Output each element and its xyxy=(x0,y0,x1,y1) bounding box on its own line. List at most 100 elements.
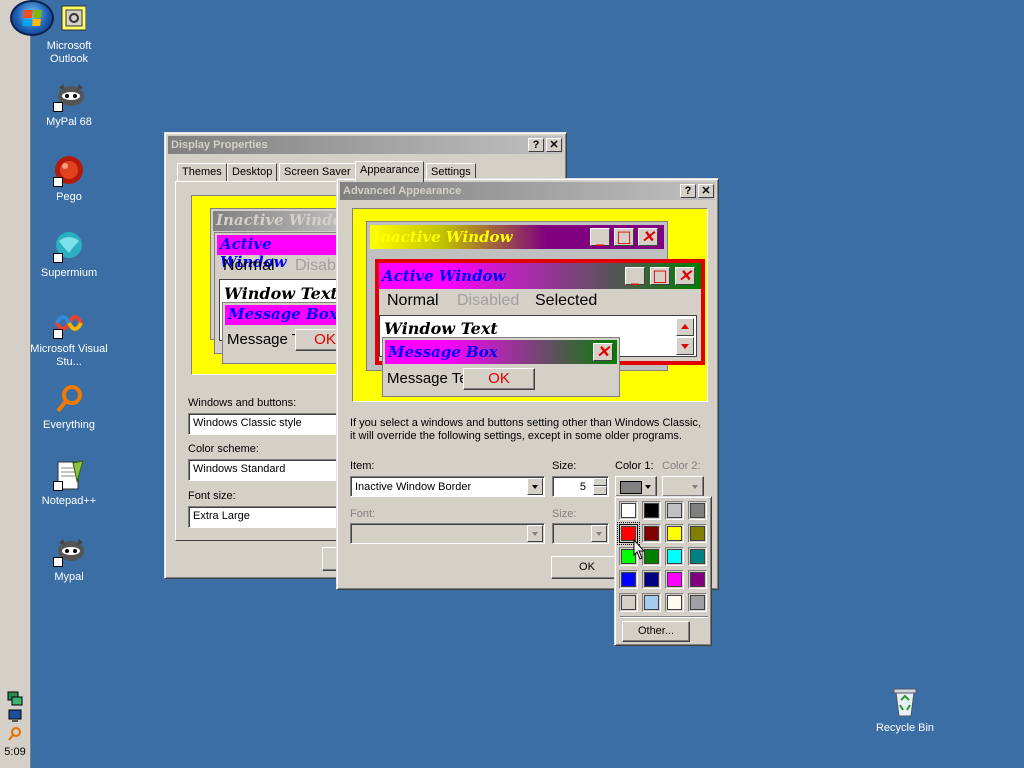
help-button[interactable]: ? xyxy=(528,138,544,152)
mypal-icon: ↗ xyxy=(53,80,85,112)
notepadpp-icon: ↗ xyxy=(53,459,85,491)
appearance-preview: Inactive Windo Active Window Normal Disa… xyxy=(191,195,341,375)
desktop-icon-visual-studio[interactable]: ↗ Microsoft Visual Stu... xyxy=(29,307,109,369)
spin-up-icon[interactable] xyxy=(593,478,607,486)
color2-button[interactable] xyxy=(662,476,704,497)
color-swatch[interactable] xyxy=(688,593,707,612)
spin-down-icon[interactable] xyxy=(593,486,607,495)
desktop-icon-recycle-bin[interactable]: Recycle Bin xyxy=(865,686,945,735)
divider xyxy=(620,616,708,618)
color-swatch[interactable] xyxy=(665,524,684,543)
color-swatch[interactable] xyxy=(688,524,707,543)
preview-normal-menu: Normal xyxy=(387,292,439,309)
recycle-bin-icon xyxy=(889,686,921,718)
clock[interactable]: 5:09 xyxy=(0,746,30,758)
supermium-icon: ↗ xyxy=(53,231,85,263)
color-swatch[interactable] xyxy=(642,570,661,589)
tab-themes[interactable]: Themes xyxy=(177,163,227,181)
outlook-icon xyxy=(54,4,87,36)
item-size-spinner[interactable]: 5 xyxy=(552,476,609,497)
color-swatch[interactable] xyxy=(665,593,684,612)
preview-message-box-title: Message Box xyxy=(388,343,498,361)
color1-swatch xyxy=(620,481,642,494)
preview-inactive-title: Inactive Window xyxy=(373,228,513,246)
minimize-icon: _ xyxy=(625,267,645,285)
window-title: Display Properties xyxy=(171,139,268,151)
chevron-down-icon xyxy=(591,525,607,542)
color-swatch[interactable] xyxy=(665,501,684,520)
preview-disabled-menu: Disabled xyxy=(457,292,520,309)
preview-message-text: Message Te xyxy=(387,370,468,387)
chevron-down-icon xyxy=(527,525,543,542)
color-swatch[interactable] xyxy=(642,593,661,612)
item-select[interactable]: Inactive Window Border xyxy=(350,476,545,497)
maximize-icon: □ xyxy=(650,267,670,285)
desktop-icon-mypal[interactable]: ↗ Mypal xyxy=(29,535,109,584)
close-icon: ✕ xyxy=(675,267,695,285)
color-palette-popup: Other... xyxy=(614,496,712,646)
maximize-icon: □ xyxy=(614,228,634,246)
desktop-icon-mypal-68[interactable]: ↗ MyPal 68 xyxy=(29,80,109,129)
color-scheme-select[interactable]: Windows Standard xyxy=(188,459,338,481)
color-swatch[interactable] xyxy=(688,547,707,566)
chevron-down-icon xyxy=(527,478,543,495)
color-swatch[interactable] xyxy=(619,501,638,520)
preview-message-box[interactable]: Message Box ✕ Message Te OK xyxy=(382,337,620,397)
desktop-icon-pego[interactable]: ↗ Pego xyxy=(29,155,109,204)
font-size-select xyxy=(552,523,609,544)
close-icon: ✕ xyxy=(593,343,613,361)
color1-button[interactable] xyxy=(615,476,657,497)
other-colors-button[interactable]: Other... xyxy=(622,621,690,642)
windows-buttons-select[interactable]: Windows Classic style xyxy=(188,413,338,435)
close-button[interactable]: ✕ xyxy=(698,184,714,198)
font-select xyxy=(350,523,545,544)
advanced-preview: Inactive Window _ □ ✕ Active Window _ □ … xyxy=(352,208,708,402)
color-swatch[interactable] xyxy=(642,501,661,520)
color-swatch[interactable] xyxy=(619,593,638,612)
windows-buttons-label: Windows and buttons: xyxy=(188,397,297,409)
network-tray-icon[interactable] xyxy=(6,690,24,706)
close-icon: ✕ xyxy=(638,228,658,246)
help-button[interactable]: ? xyxy=(680,184,696,198)
taskbar: 5:09 xyxy=(0,0,31,768)
advanced-appearance-titlebar[interactable]: Advanced Appearance ? ✕ xyxy=(340,182,715,200)
preview-message-box: Message Box Message T OK xyxy=(222,302,340,364)
desktop-icon-notepadpp[interactable]: ↗ Notepad++ xyxy=(29,459,109,508)
color-scheme-label: Color scheme: xyxy=(188,443,259,455)
close-button[interactable]: ✕ xyxy=(546,138,562,152)
desktop-icon-everything[interactable]: Everything xyxy=(29,383,109,432)
chevron-down-icon xyxy=(645,485,651,489)
color-swatch[interactable] xyxy=(619,570,638,589)
search-tray-icon[interactable] xyxy=(6,726,24,742)
chevron-down-icon xyxy=(692,485,698,489)
scroll-up-icon xyxy=(676,318,694,336)
everything-icon xyxy=(53,383,85,415)
color-swatch[interactable] xyxy=(688,501,707,520)
font-size-label: Font size: xyxy=(188,490,236,502)
mouse-cursor-icon xyxy=(633,538,647,561)
preview-ok-button: OK xyxy=(463,368,535,390)
visual-studio-icon: ↗ xyxy=(53,307,85,339)
color2-label: Color 2: xyxy=(662,460,701,472)
info-text-line1: If you select a windows and buttons sett… xyxy=(350,417,701,429)
window-title: Advanced Appearance xyxy=(343,185,462,197)
display-tray-icon[interactable] xyxy=(6,708,24,724)
item-size-label: Size: xyxy=(552,460,577,472)
color-swatch[interactable] xyxy=(688,570,707,589)
font-size-select[interactable]: Extra Large xyxy=(188,506,338,528)
tab-desktop[interactable]: Desktop xyxy=(227,163,278,181)
color1-label: Color 1: xyxy=(615,460,654,472)
pego-icon: ↗ xyxy=(53,155,85,187)
color-grid xyxy=(615,497,713,617)
desktop-icon-outlook[interactable]: Microsoft Outlook xyxy=(29,4,109,66)
preview-selected-menu: Selected xyxy=(535,292,598,309)
info-text-line2: it will override the following settings,… xyxy=(350,430,682,442)
font-label: Font: xyxy=(350,508,376,520)
display-properties-titlebar[interactable]: Display Properties ? ✕ xyxy=(168,136,563,154)
desktop-icon-supermium[interactable]: ↗ Supermium xyxy=(29,231,109,280)
color-swatch[interactable] xyxy=(665,570,684,589)
color-swatch[interactable] xyxy=(665,547,684,566)
ok-button[interactable]: OK xyxy=(551,556,623,579)
minimize-icon: _ xyxy=(590,228,610,246)
tab-appearance[interactable]: Appearance xyxy=(355,161,425,182)
